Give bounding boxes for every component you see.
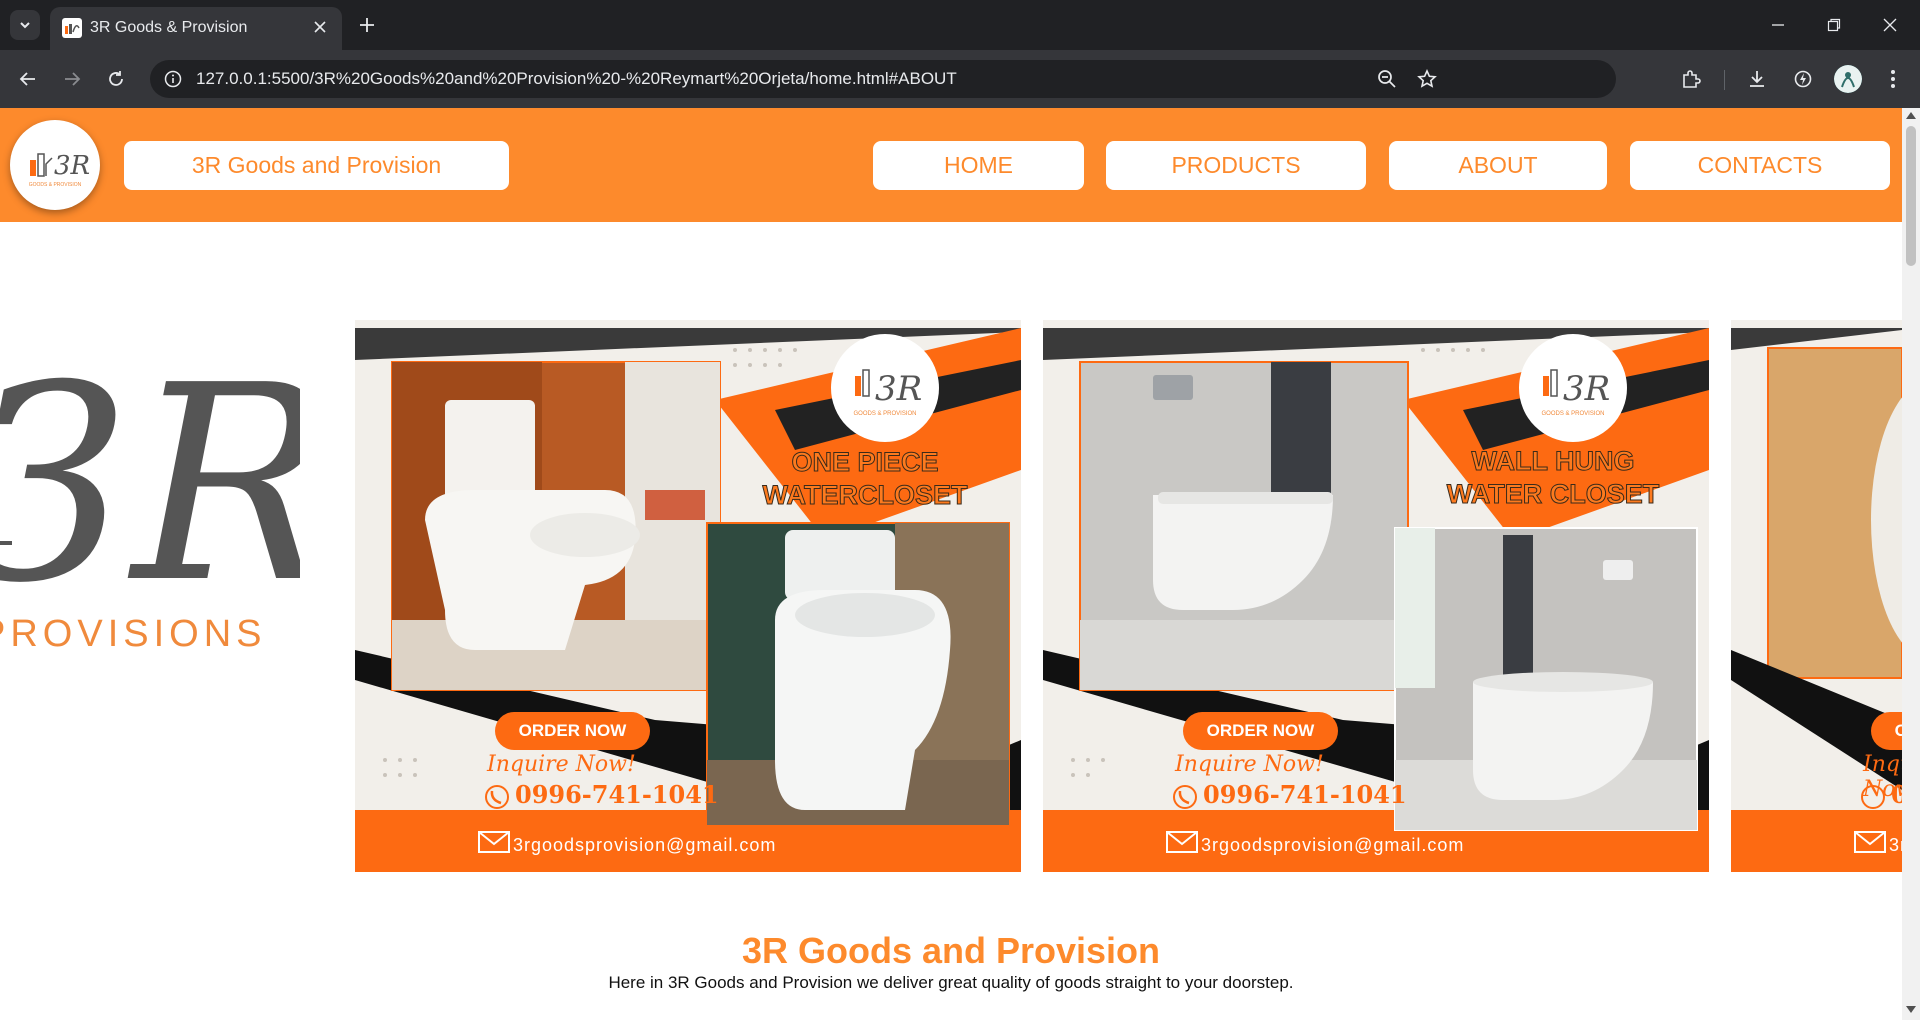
zoom-out-icon: [1378, 70, 1396, 88]
page-viewport: 3R GOODS & PROVISION 3R Goods and Provis…: [0, 108, 1902, 1020]
menu-icon: [1891, 70, 1895, 88]
logo-subtext: GOODS & PROVISION: [29, 182, 82, 188]
email-address: 3rgoodsprovision@gmail.com: [1889, 835, 1902, 855]
tab-list-button[interactable]: [10, 10, 40, 40]
about-description: Here in 3R Goods and Provision we delive…: [608, 973, 1294, 992]
address-bar[interactable]: 127.0.0.1:5500/3R%20Goods%20and%20Provis…: [150, 60, 1616, 98]
product-card-partial[interactable]: ORDER NOW Inquire Now! 0996-741-1041 3rg…: [1731, 320, 1902, 872]
product-card-wall-hung[interactable]: 3R GOODS & PROVISION WALL HUNG WATER CLO…: [1043, 320, 1709, 872]
scroll-down-arrow[interactable]: [1906, 1006, 1916, 1013]
site-info-icon: [164, 70, 182, 88]
url-text[interactable]: 127.0.0.1:5500/3R%20Goods%20and%20Provis…: [196, 69, 957, 89]
minimize-icon: [1772, 24, 1784, 26]
page-scrollbar[interactable]: [1902, 108, 1920, 1020]
forward-icon: [65, 72, 81, 86]
scroll-thumb[interactable]: [1906, 126, 1916, 266]
inquire-text: Inquire Now!: [487, 752, 636, 777]
card-title-line1: WALL HUNG: [1471, 446, 1635, 477]
logo-text: 3R: [54, 151, 90, 181]
card-title-line2: WATER CLOSET: [1446, 479, 1660, 510]
star-icon: [1417, 69, 1437, 88]
site-header: 3R GOODS & PROVISION 3R Goods and Provis…: [0, 108, 1902, 222]
restore-icon: [1827, 18, 1841, 32]
reload-button[interactable]: [100, 63, 132, 95]
nav-contacts[interactable]: CONTACTS: [1630, 141, 1890, 190]
download-icon: [1750, 71, 1764, 87]
tab-title: 3R Goods & Provision: [90, 19, 248, 36]
close-icon: [1883, 18, 1897, 32]
back-button[interactable]: [12, 63, 44, 95]
card-logo-subtext: GOODS & PROVISION: [853, 411, 916, 417]
nav-about[interactable]: ABOUT: [1389, 141, 1607, 190]
toolbar-separator: [1724, 70, 1725, 90]
performance-icon: [1794, 70, 1812, 88]
product-card-one-piece[interactable]: 3R GOODS & PROVISION ONE PIECE WATERCLOS…: [355, 320, 1021, 872]
about-title: 3R Goods and Provision: [741, 930, 1161, 971]
scroll-up-arrow[interactable]: [1906, 112, 1916, 119]
card-title: ONE PIECE WATERCLOSET: [750, 446, 980, 512]
browser-tab-bar: 3R Goods & Provision: [0, 0, 1920, 50]
card-title-line1: ONE PIECE: [791, 447, 939, 478]
close-icon: [314, 21, 326, 33]
hero-tagline: PROVISIONS: [0, 613, 267, 655]
tab-favicon: [62, 18, 82, 38]
reload-icon: [109, 71, 123, 86]
email-address: 3rgoodsprovision@gmail.com: [1201, 835, 1465, 855]
inquire-text: Inquire Now!: [1175, 752, 1324, 777]
order-now-button[interactable]: ORDER NOW: [495, 712, 650, 750]
profile-avatar[interactable]: [1834, 65, 1862, 93]
extensions-icon: [1683, 70, 1701, 88]
order-now-button[interactable]: ORDER NOW: [1183, 712, 1338, 750]
hero-logo: 3R PROVISIONS: [0, 348, 300, 748]
order-now-button[interactable]: ORDER NOW: [1871, 712, 1902, 750]
site-info-button[interactable]: [158, 64, 188, 94]
phone-number: 0996-741-1041: [1203, 780, 1407, 809]
card-title-line2: WATERCLOSET: [762, 480, 968, 511]
plus-icon: [360, 18, 374, 32]
extensions-button[interactable]: [1676, 64, 1706, 94]
brand-name-box[interactable]: 3R Goods and Provision: [124, 141, 509, 190]
nav-home[interactable]: HOME: [873, 141, 1084, 190]
new-tab-button[interactable]: [352, 10, 382, 40]
card-title: WALL HUNG WATER CLOSET: [1438, 445, 1668, 511]
site-logo[interactable]: 3R GOODS & PROVISION: [10, 120, 100, 210]
downloads-button[interactable]: [1742, 64, 1772, 94]
browser-toolbar: 127.0.0.1:5500/3R%20Goods%20and%20Provis…: [0, 50, 1920, 108]
hero-logo-text: 3R: [0, 348, 300, 608]
bookmark-button[interactable]: [1412, 64, 1442, 94]
forward-button[interactable]: [56, 63, 88, 95]
back-icon: [19, 72, 35, 86]
performance-button[interactable]: [1788, 64, 1818, 94]
card-logo-text: 3R: [875, 369, 922, 409]
phone-number: 0996-741-1041: [515, 780, 719, 809]
browser-tab-active[interactable]: 3R Goods & Provision: [50, 7, 342, 50]
window-close-button[interactable]: [1862, 0, 1918, 50]
email-address: 3rgoodsprovision@gmail.com: [513, 835, 777, 855]
card-logo-subtext: GOODS & PROVISION: [1541, 411, 1604, 417]
minimize-button[interactable]: [1750, 0, 1806, 50]
tab-close-button[interactable]: [306, 13, 334, 41]
browser-menu-button[interactable]: [1878, 64, 1908, 94]
zoom-button[interactable]: [1372, 64, 1402, 94]
nav-products[interactable]: PRODUCTS: [1106, 141, 1366, 190]
card-logo-text: 3R: [1563, 369, 1610, 409]
restore-button[interactable]: [1806, 0, 1862, 50]
tab-list-icon: [20, 22, 30, 29]
